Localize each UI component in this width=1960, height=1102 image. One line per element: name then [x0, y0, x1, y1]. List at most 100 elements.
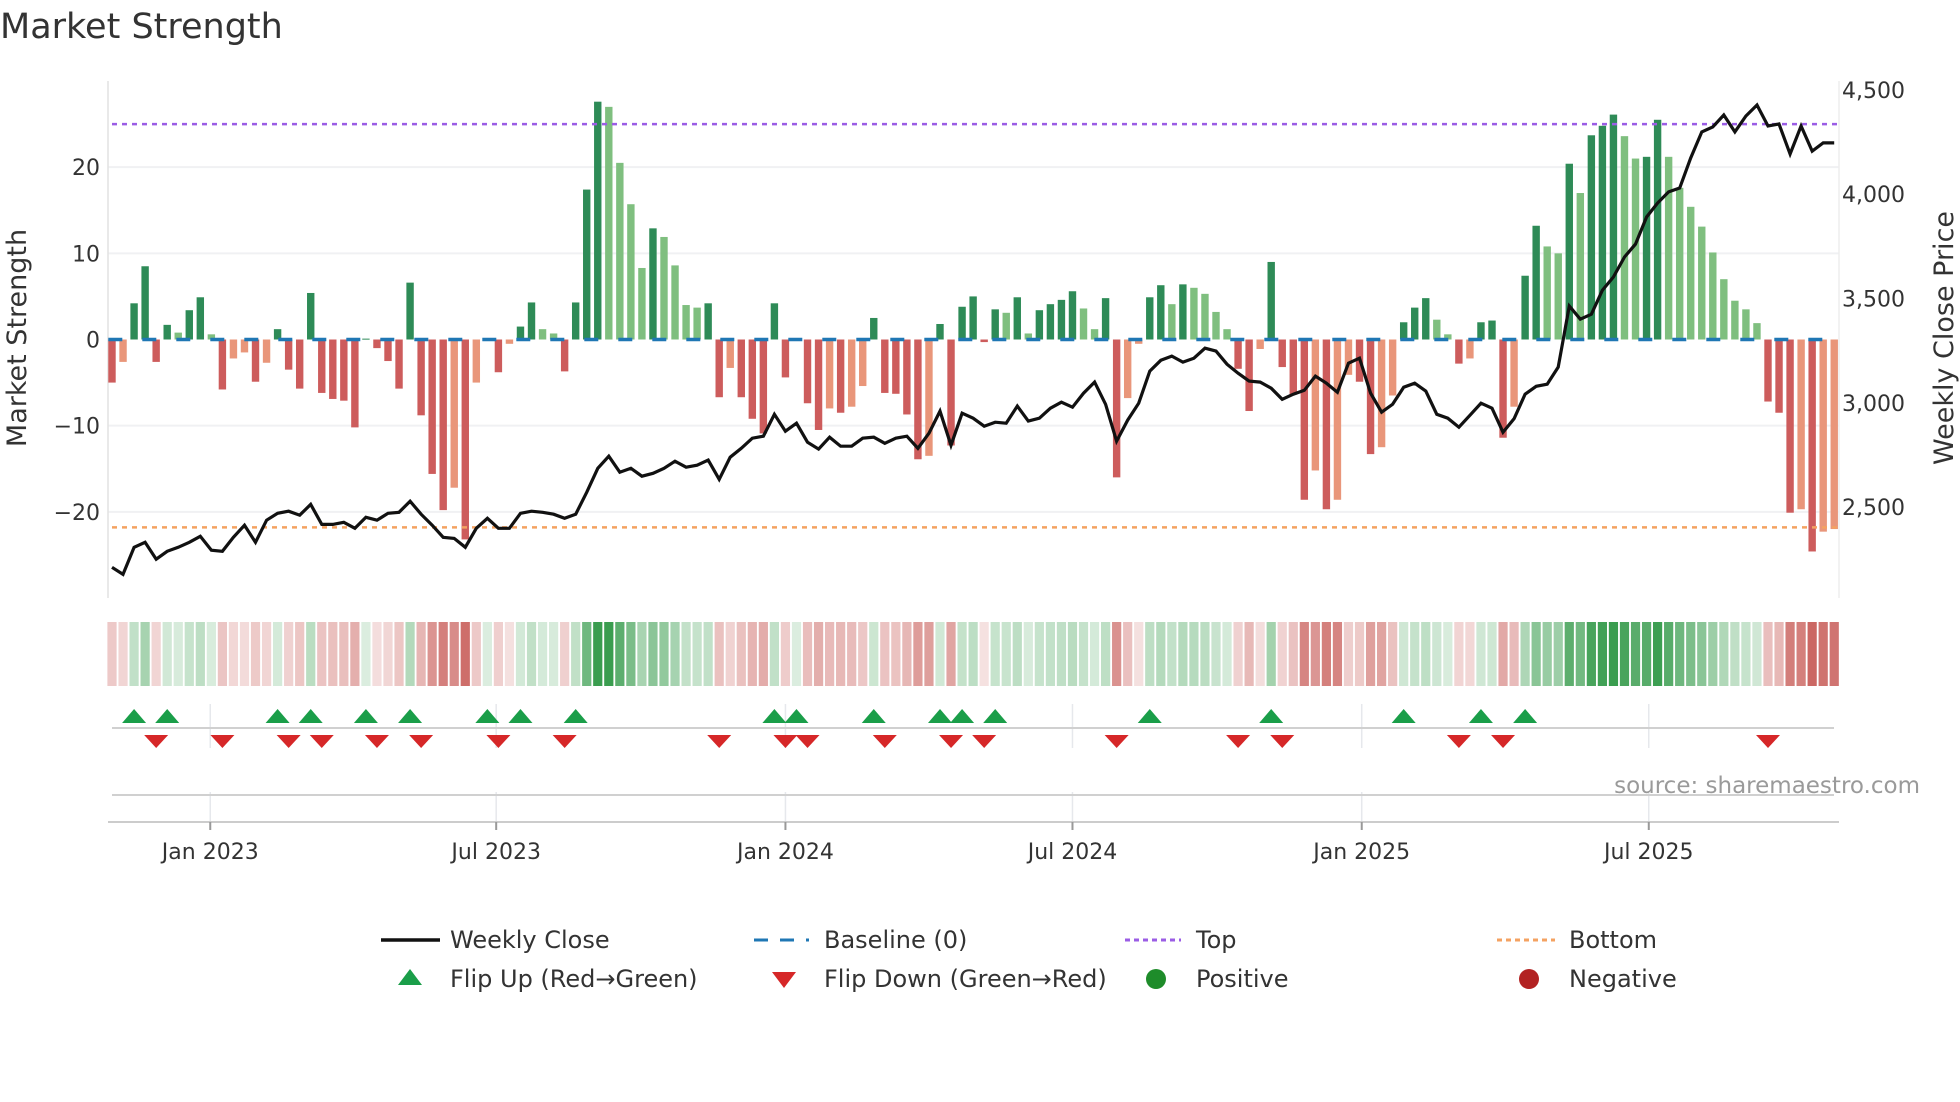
flip-down-marker: [1270, 735, 1295, 748]
strength-bar: [329, 339, 337, 399]
heat-cell: [1134, 622, 1144, 686]
heat-cell: [725, 622, 735, 686]
heat-cell: [493, 622, 503, 686]
strength-bar: [1035, 310, 1044, 340]
heat-cell: [1730, 622, 1740, 686]
strength-bar: [439, 339, 447, 511]
heat-cell: [394, 622, 404, 686]
strength-bar: [726, 339, 734, 368]
heat-cell: [526, 622, 537, 686]
y2-tick-label: 4,500: [1842, 79, 1905, 104]
strength-bar: [1256, 339, 1264, 349]
legend-flip-down: Flip Down (Green→Red): [824, 965, 1107, 993]
heat-cell: [1608, 622, 1619, 686]
heat-cell: [1178, 622, 1188, 686]
heat-cell: [1343, 622, 1354, 686]
strength-bar: [1753, 323, 1761, 340]
strength-bar: [185, 310, 193, 340]
strength-bar: [1278, 339, 1286, 368]
heat-cell: [880, 622, 890, 686]
heat-cell: [1454, 622, 1464, 686]
x-tick-label: Jan 2024: [735, 840, 834, 865]
flip-up-marker: [983, 709, 1008, 723]
heat-cell: [1332, 622, 1343, 686]
flip-up-marker: [1137, 709, 1162, 723]
heat-cell: [1089, 622, 1100, 686]
strength-bar: [1510, 339, 1518, 407]
flip-down-marker: [486, 735, 511, 748]
strength-bar: [671, 265, 679, 340]
flip-up-marker: [1513, 709, 1538, 723]
heat-cell: [1067, 622, 1078, 686]
heat-cell: [350, 622, 360, 686]
heat-cell: [537, 622, 548, 686]
strength-bar: [660, 236, 668, 340]
heat-cell: [869, 622, 879, 686]
strength-bar: [1532, 225, 1540, 340]
flip-down-marker: [972, 735, 997, 748]
heat-cell: [1553, 622, 1563, 686]
y2-tick-label: 3,000: [1842, 392, 1905, 417]
strength-bar: [152, 339, 160, 362]
strength-bar: [1609, 114, 1618, 340]
strength-bar: [1687, 206, 1695, 340]
heat-cell: [957, 622, 967, 686]
chart-title: Market Strength: [0, 7, 283, 47]
heat-cell: [1542, 622, 1552, 686]
heat-cell: [1818, 622, 1828, 686]
strength-bar: [1808, 339, 1816, 552]
heat-cell: [747, 622, 757, 686]
y2-axis-label: Weekly Close Price: [1929, 211, 1960, 465]
strength-bar: [1554, 253, 1562, 340]
strength-bar: [936, 323, 944, 340]
strength-bar: [947, 339, 955, 446]
strength-bar: [1311, 339, 1320, 471]
heat-cell: [1796, 622, 1806, 686]
strength-bar: [163, 324, 171, 340]
heat-cell: [1365, 622, 1376, 686]
strength-bar: [1300, 339, 1309, 500]
strength-bar: [583, 189, 591, 340]
heat-cell: [239, 622, 250, 686]
heat-cell: [1476, 622, 1486, 686]
heat-cell: [261, 622, 272, 686]
strength-bar: [627, 204, 635, 340]
heat-cell: [1630, 622, 1641, 686]
heat-cell: [758, 622, 768, 686]
heat-cell: [714, 622, 724, 686]
strength-bar: [1786, 339, 1794, 513]
strength-bars: [108, 101, 1838, 552]
strength-bar: [1731, 300, 1739, 340]
heat-cell: [1520, 622, 1530, 686]
strength-bar: [1399, 322, 1408, 340]
heat-cell: [1697, 622, 1707, 686]
flip-down-marker: [1446, 735, 1471, 748]
heat-cell: [460, 622, 470, 686]
heat-cell: [482, 622, 492, 686]
heat-cell: [284, 622, 294, 686]
heat-cell: [195, 622, 205, 686]
strength-bar: [1675, 187, 1684, 340]
flip-down-marker: [773, 735, 798, 748]
strength-bar: [825, 339, 834, 409]
heat-cell: [129, 622, 139, 686]
heat-cell: [1664, 622, 1674, 686]
heat-cell: [813, 622, 824, 686]
strength-bar: [461, 339, 469, 540]
strength-bar: [1002, 312, 1010, 340]
strength-bar: [616, 162, 624, 340]
heat-cell: [1575, 622, 1585, 686]
legend-flip-up: Flip Up (Red→Green): [450, 965, 698, 993]
legend-negative: Negative: [1569, 965, 1677, 993]
heat-cell: [780, 622, 791, 686]
y2-tick-label: 2,500: [1842, 496, 1905, 521]
strength-bar: [803, 339, 812, 404]
flip-down-marker: [364, 735, 389, 748]
legend-top: Top: [1195, 926, 1237, 954]
strength-bar: [472, 339, 481, 383]
heat-cell: [1509, 622, 1519, 686]
heat-cell: [1807, 622, 1817, 686]
heat-cell: [449, 622, 459, 686]
heat-cell: [703, 622, 713, 686]
strength-bar: [1764, 339, 1772, 402]
